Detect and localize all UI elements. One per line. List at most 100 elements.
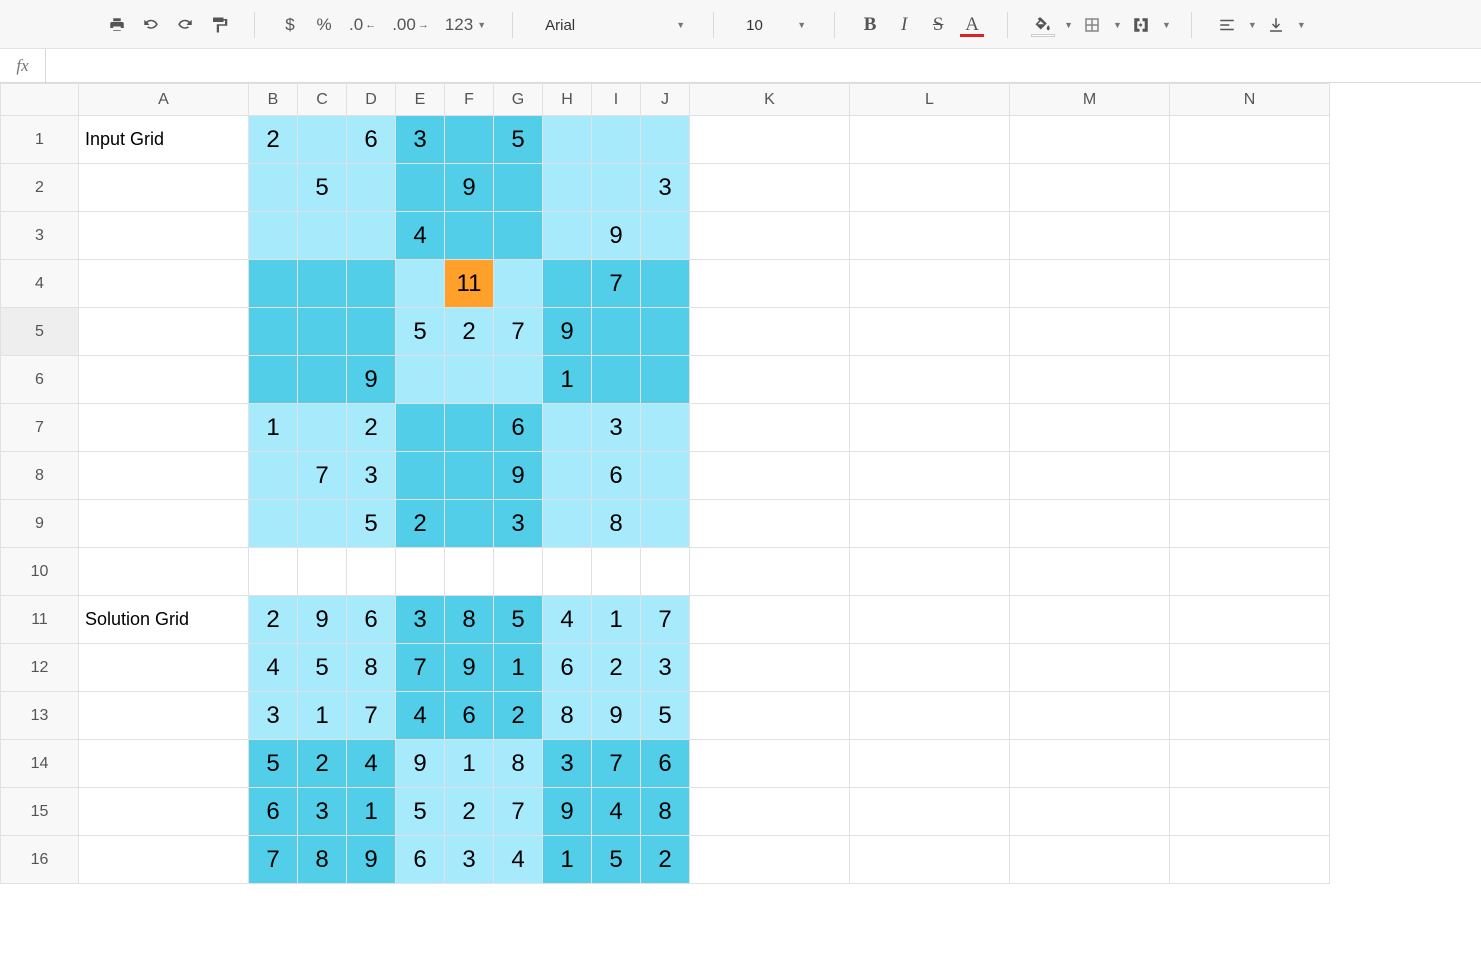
cell[interactable]: 6	[494, 404, 543, 452]
column-header[interactable]: K	[690, 84, 850, 116]
cell[interactable]	[1170, 740, 1330, 788]
cell[interactable]	[1170, 644, 1330, 692]
cell[interactable]: 2	[298, 740, 347, 788]
cell[interactable]	[249, 212, 298, 260]
cell[interactable]: 2	[249, 116, 298, 164]
cell[interactable]	[641, 404, 690, 452]
cell[interactable]: 3	[641, 644, 690, 692]
cell[interactable]	[298, 548, 347, 596]
borders-button[interactable]	[1077, 10, 1107, 40]
cell[interactable]: 6	[445, 692, 494, 740]
cell[interactable]: 1	[445, 740, 494, 788]
cell[interactable]: 2	[347, 404, 396, 452]
cell[interactable]	[347, 164, 396, 212]
cell[interactable]: 3	[494, 500, 543, 548]
fill-color-dropdown-icon[interactable]: ▼	[1064, 20, 1073, 30]
row-header[interactable]: 10	[1, 548, 79, 596]
cell[interactable]: 5	[298, 644, 347, 692]
cell[interactable]	[79, 452, 249, 500]
v-align-button[interactable]	[1261, 10, 1291, 40]
cell[interactable]	[543, 116, 592, 164]
cell[interactable]	[249, 356, 298, 404]
cell[interactable]: 5	[494, 116, 543, 164]
cell[interactable]	[850, 260, 1010, 308]
cell[interactable]	[690, 836, 850, 884]
cell[interactable]: 4	[347, 740, 396, 788]
cell[interactable]	[690, 260, 850, 308]
cell[interactable]	[850, 356, 1010, 404]
cell[interactable]	[249, 548, 298, 596]
cell[interactable]: 9	[445, 644, 494, 692]
cell[interactable]	[690, 356, 850, 404]
cell[interactable]	[543, 500, 592, 548]
cell[interactable]	[347, 548, 396, 596]
cell[interactable]: 3	[641, 164, 690, 212]
row-header[interactable]: 2	[1, 164, 79, 212]
cell[interactable]	[249, 452, 298, 500]
cell[interactable]	[850, 212, 1010, 260]
cell[interactable]	[79, 212, 249, 260]
cell[interactable]: Input Grid	[79, 116, 249, 164]
cell[interactable]	[641, 308, 690, 356]
cell[interactable]: Solution Grid	[79, 596, 249, 644]
cell[interactable]	[79, 404, 249, 452]
column-header[interactable]: M	[1010, 84, 1170, 116]
cell[interactable]: 9	[543, 788, 592, 836]
cell[interactable]	[494, 356, 543, 404]
column-header[interactable]: J	[641, 84, 690, 116]
cell[interactable]: 1	[543, 836, 592, 884]
cell[interactable]	[850, 692, 1010, 740]
cell[interactable]: 3	[445, 836, 494, 884]
cell[interactable]: 2	[494, 692, 543, 740]
currency-button[interactable]: $	[275, 10, 305, 40]
row-header[interactable]: 14	[1, 740, 79, 788]
v-align-dropdown-icon[interactable]: ▼	[1297, 20, 1306, 30]
cell[interactable]: 5	[494, 596, 543, 644]
cell[interactable]	[249, 164, 298, 212]
cell[interactable]: 3	[543, 740, 592, 788]
cell[interactable]: 6	[592, 452, 641, 500]
cell[interactable]: 7	[249, 836, 298, 884]
undo-icon[interactable]	[136, 10, 166, 40]
cell[interactable]	[690, 644, 850, 692]
cell[interactable]: 5	[641, 692, 690, 740]
paint-format-icon[interactable]	[204, 10, 234, 40]
cell[interactable]	[494, 164, 543, 212]
cell[interactable]: 5	[347, 500, 396, 548]
cell[interactable]	[592, 356, 641, 404]
row-header[interactable]: 3	[1, 212, 79, 260]
cell[interactable]	[850, 452, 1010, 500]
cell[interactable]	[850, 644, 1010, 692]
cell[interactable]: 4	[494, 836, 543, 884]
font-size-select[interactable]: 10▼	[734, 10, 814, 40]
cell[interactable]: 11	[445, 260, 494, 308]
cell[interactable]	[1010, 740, 1170, 788]
cell[interactable]: 7	[298, 452, 347, 500]
cell[interactable]: 5	[396, 788, 445, 836]
cell[interactable]	[298, 308, 347, 356]
merge-dropdown-icon[interactable]: ▼	[1162, 20, 1171, 30]
row-header[interactable]: 13	[1, 692, 79, 740]
cell[interactable]: 6	[347, 116, 396, 164]
text-color-button[interactable]: A	[957, 10, 987, 40]
cell[interactable]: 3	[592, 404, 641, 452]
cell[interactable]	[79, 692, 249, 740]
strike-button[interactable]: S	[923, 10, 953, 40]
column-header[interactable]: N	[1170, 84, 1330, 116]
cell[interactable]	[592, 308, 641, 356]
cell[interactable]: 9	[494, 452, 543, 500]
cell[interactable]	[1170, 260, 1330, 308]
cell[interactable]: 9	[543, 308, 592, 356]
cell[interactable]	[396, 260, 445, 308]
cell[interactable]	[690, 164, 850, 212]
cell[interactable]	[1010, 548, 1170, 596]
cell[interactable]	[850, 500, 1010, 548]
cell[interactable]	[79, 500, 249, 548]
cell[interactable]: 8	[641, 788, 690, 836]
cell[interactable]	[690, 740, 850, 788]
cell[interactable]	[445, 116, 494, 164]
column-header[interactable]: B	[249, 84, 298, 116]
percent-button[interactable]: %	[309, 10, 339, 40]
cell[interactable]: 2	[445, 788, 494, 836]
cell[interactable]	[1170, 548, 1330, 596]
